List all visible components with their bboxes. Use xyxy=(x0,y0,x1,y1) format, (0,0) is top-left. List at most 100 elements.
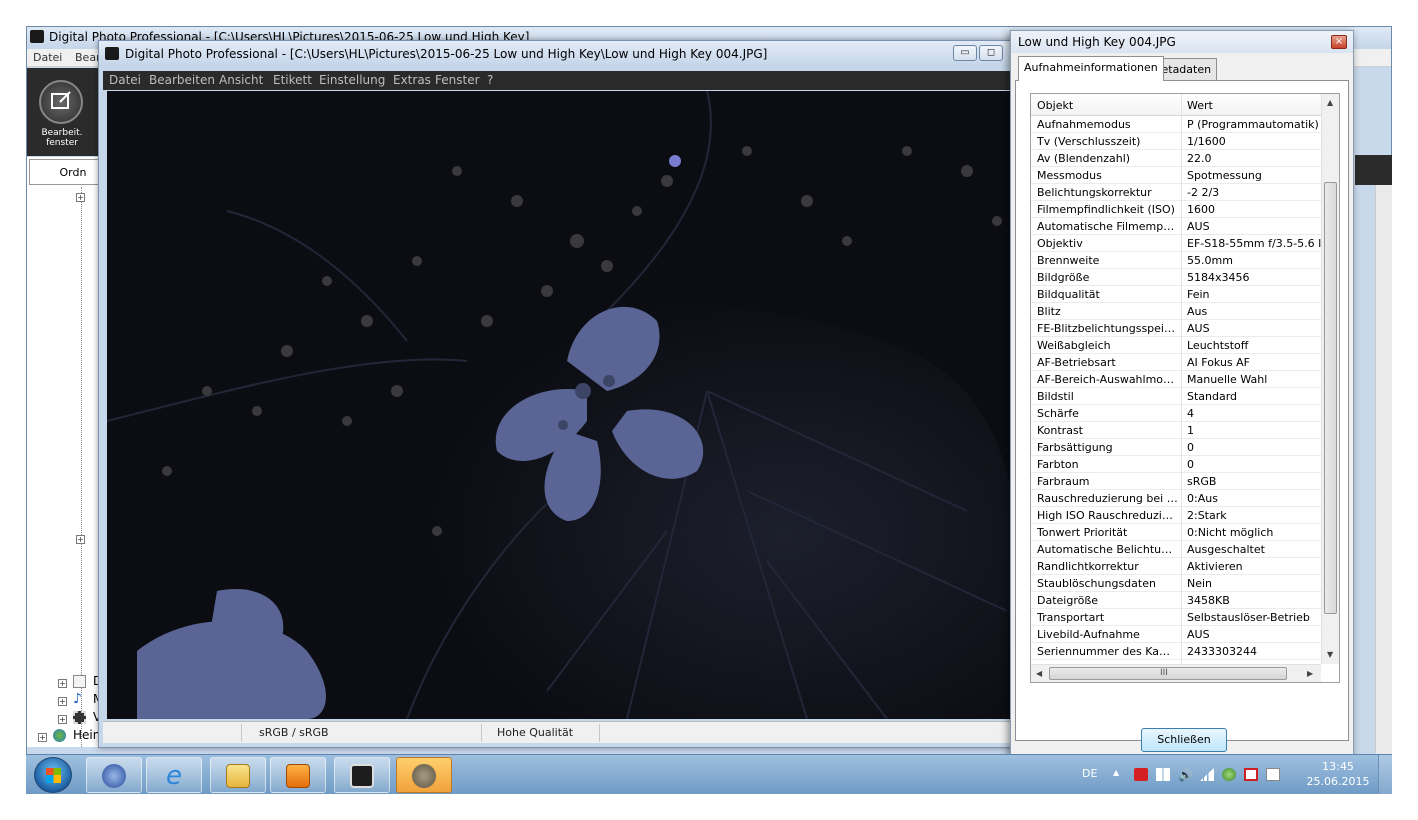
table-row[interactable]: Belichtungskorrektur -2 2/3 xyxy=(1031,184,1321,201)
music-icon: ♪ xyxy=(73,691,82,707)
table-row[interactable]: Farbraum sRGB xyxy=(1031,473,1321,490)
scroll-up-icon[interactable]: ▲ xyxy=(1327,98,1333,107)
table-row[interactable]: AF-Betriebsart AI Fokus AF xyxy=(1031,354,1321,371)
table-row[interactable]: Aufnahmemodus P (Programmautomatik) xyxy=(1031,116,1321,133)
row-value: 4 xyxy=(1187,407,1194,420)
table-row[interactable]: Blitz Aus xyxy=(1031,303,1321,320)
table-row[interactable]: Randlichtkorrektur Aktivieren xyxy=(1031,558,1321,575)
table-row[interactable]: Livebild-Aufnahme AUS xyxy=(1031,626,1321,643)
table-row[interactable]: Seriennummer des Kamera... 2433303244 xyxy=(1031,643,1321,660)
row-key: Av (Blendenzahl) xyxy=(1037,152,1131,165)
table-row[interactable]: Automatische Belichtungso... Ausgeschalte… xyxy=(1031,541,1321,558)
security-icon[interactable] xyxy=(1244,768,1258,781)
table-row[interactable]: Bildqualität Fein xyxy=(1031,286,1321,303)
table-row[interactable]: Schärfe 4 xyxy=(1031,405,1321,422)
taskbar-thunderbird[interactable] xyxy=(86,757,142,793)
taskbar-internet-explorer[interactable]: e xyxy=(146,757,202,793)
status-separator xyxy=(599,724,600,742)
tree-expand-icon[interactable]: + xyxy=(76,535,85,544)
table-row[interactable]: Bildgröße 5184x3456 xyxy=(1031,269,1321,286)
taskbar-explorer[interactable] xyxy=(210,757,266,793)
table-row[interactable]: Av (Blendenzahl) 22.0 xyxy=(1031,150,1321,167)
row-value: 1 xyxy=(1187,424,1194,437)
row-key: Brennweite xyxy=(1037,254,1100,267)
language-indicator[interactable]: DE xyxy=(1082,767,1097,780)
table-row[interactable]: Dateigröße 3458KB xyxy=(1031,592,1321,609)
table-row[interactable]: Tonwert Priorität 0:Nicht möglich xyxy=(1031,524,1321,541)
table-row[interactable]: AF-Bereich-Auswahlmodus Manuelle Wahl xyxy=(1031,371,1321,388)
maximize-button[interactable]: ◻ xyxy=(979,45,1003,61)
tree-expand-icon[interactable]: + xyxy=(58,697,67,706)
row-value: 0 xyxy=(1187,458,1194,471)
minimize-button[interactable]: ▭ xyxy=(953,45,977,61)
horizontal-scrollbar[interactable]: ◀ III ▶ xyxy=(1031,664,1321,682)
menu-etikett[interactable]: Etikett xyxy=(273,73,312,87)
photo-canvas[interactable] xyxy=(107,91,1031,719)
tab-aufnahmeinformationen[interactable]: Aufnahmeinformationen xyxy=(1018,56,1164,81)
table-row[interactable]: Farbsättigung 0 xyxy=(1031,439,1321,456)
menu-datei[interactable]: Datei xyxy=(109,73,141,87)
menu-einstellung[interactable]: Einstellung xyxy=(319,73,385,87)
menu-ansicht[interactable]: Ansicht xyxy=(219,73,263,87)
close-button[interactable]: Schließen xyxy=(1141,728,1227,752)
tree-item-heimnetz[interactable]: Hein xyxy=(73,728,100,742)
network-icon[interactable] xyxy=(1200,768,1214,781)
table-row[interactable]: Brennweite 55.0mm xyxy=(1031,252,1321,269)
table-row[interactable]: Kontrast 1 xyxy=(1031,422,1321,439)
back-scrollbar[interactable] xyxy=(1375,185,1392,755)
table-row[interactable]: Transportart Selbstauslöser-Betrieb xyxy=(1031,609,1321,626)
table-row[interactable]: Automatische Filmempfindli... AUS xyxy=(1031,218,1321,235)
table-row[interactable]: Staublöschungsdaten Nein xyxy=(1031,575,1321,592)
row-value: AUS xyxy=(1187,322,1210,335)
viewer-titlebar[interactable]: Digital Photo Professional - [C:\Users\H… xyxy=(99,41,1037,67)
table-row[interactable]: Objektiv EF-S18-55mm f/3.5-5.6 IS II xyxy=(1031,235,1321,252)
table-row[interactable]: Filmempfindlichkeit (ISO) 1600 xyxy=(1031,201,1321,218)
vertical-scrollbar[interactable]: ▲ ▼ xyxy=(1321,94,1339,664)
scroll-left-icon[interactable]: ◀ xyxy=(1036,669,1042,678)
tree-expand-icon[interactable]: + xyxy=(58,679,67,688)
start-button[interactable] xyxy=(34,757,72,793)
scroll-thumb[interactable] xyxy=(1324,182,1337,614)
tree-expand-icon[interactable]: + xyxy=(38,733,47,742)
back-menu-datei[interactable]: Datei xyxy=(33,51,62,64)
info-dialog-titlebar[interactable]: Low und High Key 004.JPG × xyxy=(1011,31,1353,53)
clock[interactable]: 13:45 25.06.2015 xyxy=(1302,759,1374,789)
table-row[interactable]: Rauschreduzierung bei Lan... 0:Aus xyxy=(1031,490,1321,507)
show-hidden-icons-icon[interactable]: ▲ xyxy=(1113,768,1127,781)
table-row[interactable]: High ISO Rauschreduzierung 2:Stark xyxy=(1031,507,1321,524)
scroll-right-icon[interactable]: ▶ xyxy=(1307,669,1313,678)
menu-bearbeiten[interactable]: Bearbeiten xyxy=(149,73,215,87)
volume-icon[interactable]: 🔊 xyxy=(1178,768,1193,782)
row-key: Staublöschungsdaten xyxy=(1037,577,1156,590)
menu-help[interactable]: ? xyxy=(487,73,493,87)
menu-extras[interactable]: Extras xyxy=(393,73,431,87)
taskbar-media-player[interactable] xyxy=(270,757,326,793)
action-center-icon[interactable] xyxy=(1156,768,1170,781)
tree-expand-icon[interactable]: + xyxy=(76,193,85,202)
edit-window-button[interactable] xyxy=(39,80,83,124)
column-header-wert[interactable]: Wert xyxy=(1187,99,1213,112)
table-row[interactable]: Bildstil Standard xyxy=(1031,388,1321,405)
table-row[interactable]: Farbton 0 xyxy=(1031,456,1321,473)
close-icon[interactable]: × xyxy=(1331,35,1347,49)
tree-expand-icon[interactable]: + xyxy=(58,715,67,724)
show-desktop-button[interactable] xyxy=(1378,755,1392,794)
taskbar-digital-photo-professional[interactable] xyxy=(334,757,390,793)
row-key: Weißabgleich xyxy=(1037,339,1111,352)
row-value: 2433303244 xyxy=(1187,645,1257,658)
scroll-down-icon[interactable]: ▼ xyxy=(1327,650,1333,659)
update-icon[interactable] xyxy=(1222,768,1236,781)
taskbar-gimp[interactable] xyxy=(396,757,452,793)
media-player-icon xyxy=(286,764,310,788)
column-header-objekt[interactable]: Objekt xyxy=(1037,99,1073,112)
table-row[interactable]: Tv (Verschlusszeit) 1/1600 xyxy=(1031,133,1321,150)
menu-fenster[interactable]: Fenster xyxy=(435,73,480,87)
table-row[interactable]: FE-Blitzbelichtungsspeicher... AUS xyxy=(1031,320,1321,337)
camera-icon xyxy=(30,30,44,43)
flag-icon[interactable] xyxy=(1266,768,1280,781)
back-menu-bearbeiten[interactable]: Bear xyxy=(75,51,101,64)
table-row[interactable]: Messmodus Spotmessung xyxy=(1031,167,1321,184)
scroll-thumb-horizontal[interactable]: III xyxy=(1049,667,1287,680)
table-row[interactable]: Weißabgleich Leuchtstoff xyxy=(1031,337,1321,354)
acrobat-icon[interactable] xyxy=(1134,768,1148,781)
